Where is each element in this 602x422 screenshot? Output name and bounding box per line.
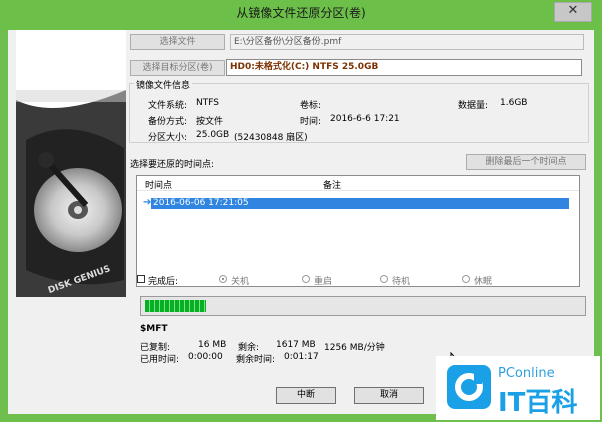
backup-method-value: 按文件 bbox=[196, 117, 224, 127]
radio-standby[interactable] bbox=[380, 275, 388, 283]
timepoint-list-header: 时间点 备注 bbox=[137, 176, 579, 191]
remaining-time-label: 剩余时间: bbox=[236, 355, 276, 365]
hard-disk-icon: DISK GENIUS bbox=[16, 30, 126, 297]
radio-shutdown-label: 关机 bbox=[231, 277, 250, 287]
select-target-partition-button[interactable]: 选择目标分区(卷) bbox=[130, 60, 225, 76]
data-size-label: 数据量: bbox=[458, 101, 489, 111]
target-partition-field[interactable]: HD0:未格式化(C:) NTFS 25.0GB bbox=[226, 59, 582, 76]
column-header-note: 备注 bbox=[323, 181, 342, 191]
pconline-watermark: PConline IT百科 bbox=[436, 356, 600, 420]
watermark-brand: PConline bbox=[498, 366, 555, 381]
data-size-value: 1.6GB bbox=[500, 98, 528, 108]
title-bar: 从镜像文件还原分区(卷) ✕ bbox=[0, 0, 602, 30]
backup-method-label: 备份方式: bbox=[148, 117, 188, 127]
cancel-button[interactable]: 取消 bbox=[354, 387, 424, 404]
window-title: 从镜像文件还原分区(卷) bbox=[236, 6, 366, 20]
after-done-label: 完成后: bbox=[148, 277, 179, 287]
radio-hibernate-label: 休眠 bbox=[474, 277, 493, 287]
progress-bar bbox=[140, 296, 586, 316]
radio-hibernate[interactable] bbox=[462, 275, 470, 283]
timepoint-label: 选择要还原的时间点: bbox=[130, 160, 215, 170]
close-button[interactable]: ✕ bbox=[554, 2, 592, 22]
image-file-path-field[interactable]: E:\分区备份\分区备份.pmf bbox=[230, 34, 584, 50]
elapsed-label: 已用时间: bbox=[140, 355, 180, 365]
watermark-name: IT百科 bbox=[498, 388, 578, 418]
progress-bar-fill bbox=[145, 300, 206, 312]
table-row[interactable]: 2016-06-06 17:21:05 bbox=[151, 198, 569, 209]
remaining-time-value: 0:01:17 bbox=[284, 352, 319, 362]
radio-restart[interactable] bbox=[302, 275, 310, 283]
speed-value: 1256 MB/分钟 bbox=[324, 343, 385, 353]
timepoint-list[interactable]: 时间点 备注 ➔ 2016-06-06 17:21:05 bbox=[136, 175, 580, 287]
restore-window: 从镜像文件还原分区(卷) ✕ DISK GENIUS 选择文件 E:\分区备份\… bbox=[0, 0, 602, 422]
radio-standby-label: 待机 bbox=[392, 277, 411, 287]
abort-button[interactable]: 中断 bbox=[276, 387, 336, 404]
current-file: $MFT bbox=[140, 324, 168, 334]
after-done-checkbox[interactable] bbox=[137, 275, 145, 283]
copied-value: 16 MB bbox=[198, 340, 227, 350]
filesystem-value: NTFS bbox=[196, 98, 219, 108]
pconline-logo bbox=[447, 365, 491, 409]
filesystem-label: 文件系统: bbox=[148, 101, 188, 111]
remaining-value: 1617 MB bbox=[276, 340, 316, 350]
partition-size-label: 分区大小: bbox=[148, 133, 188, 143]
volume-label: 卷标: bbox=[300, 101, 322, 111]
timepoint-cell: 2016-06-06 17:21:05 bbox=[153, 198, 249, 208]
column-header-timepoint: 时间点 bbox=[145, 181, 173, 191]
time-value: 2016-6-6 17:21 bbox=[330, 114, 400, 124]
radio-shutdown[interactable] bbox=[219, 275, 227, 283]
radio-restart-label: 重启 bbox=[314, 277, 333, 287]
elapsed-value: 0:00:00 bbox=[188, 352, 223, 362]
image-info-title: 镜像文件信息 bbox=[134, 78, 193, 91]
delete-last-timepoint-button[interactable]: 删除最后一个时间点 bbox=[466, 154, 586, 170]
sector-count: (52430848 扇区) bbox=[234, 133, 308, 143]
select-file-button[interactable]: 选择文件 bbox=[130, 34, 225, 50]
partition-size-value: 25.0GB bbox=[196, 130, 230, 140]
time-label: 时间: bbox=[300, 117, 322, 127]
hard-disk-image: DISK GENIUS bbox=[16, 30, 126, 297]
